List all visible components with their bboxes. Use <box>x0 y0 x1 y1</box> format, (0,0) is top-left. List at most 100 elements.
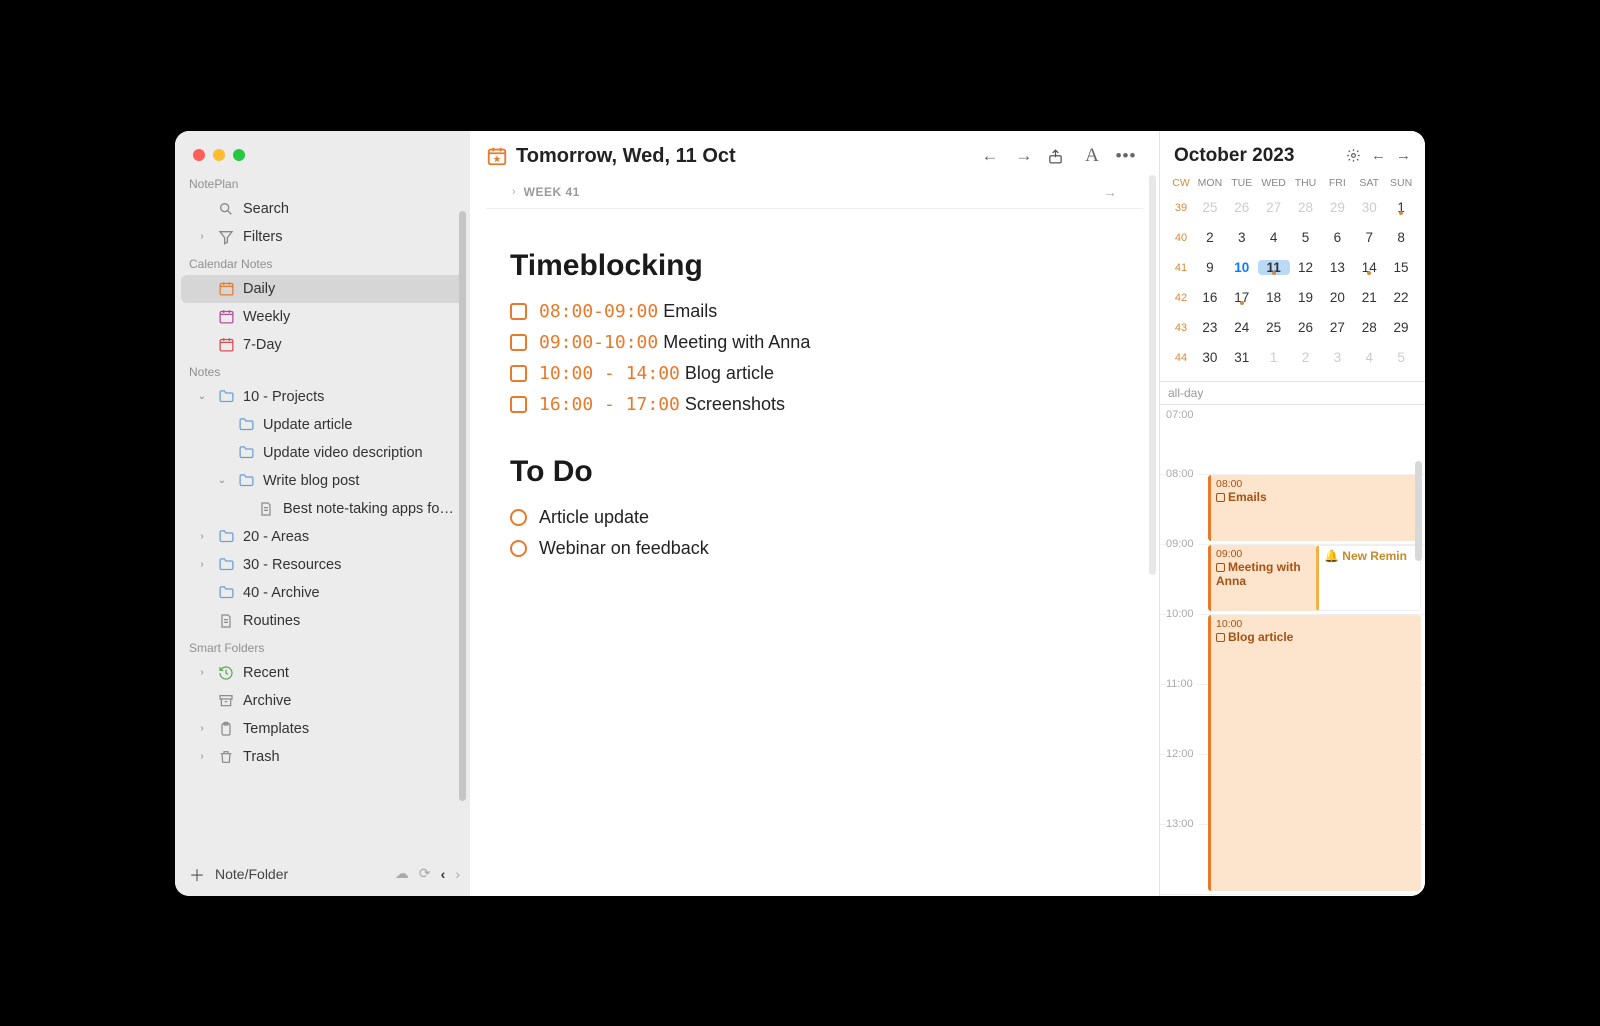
refresh-icon[interactable]: ⟳ <box>419 865 431 882</box>
calendar-day[interactable]: 6 <box>1321 230 1353 245</box>
task-line[interactable]: 16:00 - 17:00 Screenshots <box>510 394 1119 415</box>
gear-icon[interactable] <box>1346 148 1361 163</box>
calendar-event[interactable]: 10:00Blog article <box>1208 615 1421 891</box>
week-number[interactable]: 42 <box>1168 292 1194 304</box>
close-window-button[interactable] <box>193 149 205 161</box>
calendar-day[interactable]: 27 <box>1321 320 1353 335</box>
calendar-day[interactable]: 26 <box>1290 320 1322 335</box>
calendar-day[interactable]: 5 <box>1385 350 1417 365</box>
todo-line[interactable]: Article update <box>510 507 1119 528</box>
minimize-window-button[interactable] <box>213 149 225 161</box>
calendar-day[interactable]: 10 <box>1226 260 1258 275</box>
allday-row[interactable]: all-day <box>1160 381 1425 405</box>
calendar-day[interactable]: 7 <box>1353 230 1385 245</box>
prev-month-button[interactable]: ← <box>1371 147 1386 164</box>
sidebar-scrollbar[interactable] <box>459 211 466 801</box>
timeline[interactable]: 07:0008:0009:0010:0011:0012:0013:0008:00… <box>1160 405 1425 896</box>
calendar-day[interactable]: 3 <box>1321 350 1353 365</box>
sidebar-item-7-day[interactable]: 7-Day <box>181 331 464 359</box>
calendar-day[interactable]: 31 <box>1226 350 1258 365</box>
calendar-day[interactable]: 29 <box>1385 320 1417 335</box>
calendar-day[interactable]: 11 <box>1258 260 1290 275</box>
calendar-day[interactable]: 19 <box>1290 290 1322 305</box>
bullet-icon[interactable] <box>510 509 527 526</box>
search-row[interactable]: Search <box>181 195 464 223</box>
calendar-day[interactable]: 2 <box>1194 230 1226 245</box>
calendar-day[interactable]: 21 <box>1353 290 1385 305</box>
next-month-button[interactable]: → <box>1396 147 1411 164</box>
calendar-day[interactable]: 29 <box>1321 200 1353 215</box>
calendar-day[interactable]: 27 <box>1258 200 1290 215</box>
sidebar-item[interactable]: ›20 - Areas <box>181 523 464 551</box>
calendar-day[interactable]: 30 <box>1353 200 1385 215</box>
calendar-day[interactable]: 23 <box>1194 320 1226 335</box>
sidebar-item-archive[interactable]: Archive <box>181 687 464 715</box>
nav-forward-button[interactable]: → <box>1013 146 1035 166</box>
week-number[interactable]: 41 <box>1168 262 1194 274</box>
sidebar-item-trash[interactable]: ›Trash <box>181 743 464 771</box>
nav-back-button[interactable]: ← <box>979 146 1001 166</box>
bullet-icon[interactable] <box>510 540 527 557</box>
calendar-day[interactable]: 28 <box>1290 200 1322 215</box>
calendar-day[interactable]: 28 <box>1353 320 1385 335</box>
sidebar-item[interactable]: ⌄10 - Projects <box>181 383 464 411</box>
calendar-day[interactable]: 3 <box>1226 230 1258 245</box>
sidebar-item[interactable]: Best note-taking apps for... <box>181 495 464 523</box>
calendar-day[interactable]: 8 <box>1385 230 1417 245</box>
calendar-day[interactable]: 9 <box>1194 260 1226 275</box>
calendar-day[interactable]: 30 <box>1194 350 1226 365</box>
calendar-day[interactable]: 20 <box>1321 290 1353 305</box>
share-icon[interactable] <box>1047 148 1069 165</box>
filters-row[interactable]: › Filters <box>181 223 464 251</box>
sidebar-item-weekly[interactable]: Weekly <box>181 303 464 331</box>
collapse-left-icon[interactable]: ‹ <box>441 866 446 882</box>
week-number[interactable]: 43 <box>1168 322 1194 334</box>
calendar-day[interactable]: 25 <box>1194 200 1226 215</box>
arrow-right-icon[interactable]: → <box>1103 184 1117 200</box>
main-scrollbar[interactable] <box>1149 175 1156 575</box>
note-content[interactable]: Timeblocking 08:00-09:00 Emails09:00-10:… <box>470 209 1159 569</box>
checkbox-icon[interactable] <box>510 396 527 413</box>
calendar-day[interactable]: 14 <box>1353 260 1385 275</box>
sidebar-item[interactable]: ›30 - Resources <box>181 551 464 579</box>
sidebar-item[interactable]: 40 - Archive <box>181 579 464 607</box>
task-line[interactable]: 08:00-09:00 Emails <box>510 301 1119 322</box>
maximize-window-button[interactable] <box>233 149 245 161</box>
collapse-right-icon[interactable]: › <box>455 866 460 882</box>
week-number[interactable]: 44 <box>1168 352 1194 364</box>
calendar-day[interactable]: 1 <box>1385 200 1417 215</box>
sidebar-item[interactable]: Routines <box>181 607 464 635</box>
sidebar-item-templates[interactable]: ›Templates <box>181 715 464 743</box>
sidebar-item[interactable]: Update video description <box>181 439 464 467</box>
calendar-day[interactable]: 22 <box>1385 290 1417 305</box>
calendar-day[interactable]: 18 <box>1258 290 1290 305</box>
calendar-day[interactable]: 15 <box>1385 260 1417 275</box>
calendar-day[interactable]: 16 <box>1194 290 1226 305</box>
calendar-day[interactable]: 4 <box>1353 350 1385 365</box>
font-icon[interactable]: A <box>1081 145 1103 167</box>
timeline-scrollbar[interactable] <box>1415 461 1422 561</box>
week-bar[interactable]: › WEEK 41 → <box>486 176 1143 209</box>
calendar-event[interactable]: 09:00Meeting with Anna <box>1208 545 1317 611</box>
todo-line[interactable]: Webinar on feedback <box>510 538 1119 559</box>
calendar-event[interactable]: 08:00Emails <box>1208 475 1421 541</box>
sidebar-item[interactable]: ⌄Write blog post <box>181 467 464 495</box>
task-line[interactable]: 10:00 - 14:00 Blog article <box>510 363 1119 384</box>
calendar-day[interactable]: 1 <box>1258 350 1290 365</box>
calendar-day[interactable]: 13 <box>1321 260 1353 275</box>
week-number[interactable]: 39 <box>1168 202 1194 214</box>
calendar-day[interactable]: 26 <box>1226 200 1258 215</box>
sidebar-item-recent[interactable]: ›Recent <box>181 659 464 687</box>
sidebar-item[interactable]: Update article <box>181 411 464 439</box>
checkbox-icon[interactable] <box>510 334 527 351</box>
add-note-folder-button[interactable]: Note/Folder <box>215 866 288 882</box>
cloud-icon[interactable]: ☁ <box>395 865 409 882</box>
week-number[interactable]: 40 <box>1168 232 1194 244</box>
calendar-day[interactable]: 24 <box>1226 320 1258 335</box>
checkbox-icon[interactable] <box>510 365 527 382</box>
calendar-day[interactable]: 5 <box>1290 230 1322 245</box>
more-icon[interactable]: ••• <box>1115 146 1137 166</box>
task-line[interactable]: 09:00-10:00 Meeting with Anna <box>510 332 1119 353</box>
calendar-day[interactable]: 4 <box>1258 230 1290 245</box>
calendar-day[interactable]: 12 <box>1290 260 1322 275</box>
